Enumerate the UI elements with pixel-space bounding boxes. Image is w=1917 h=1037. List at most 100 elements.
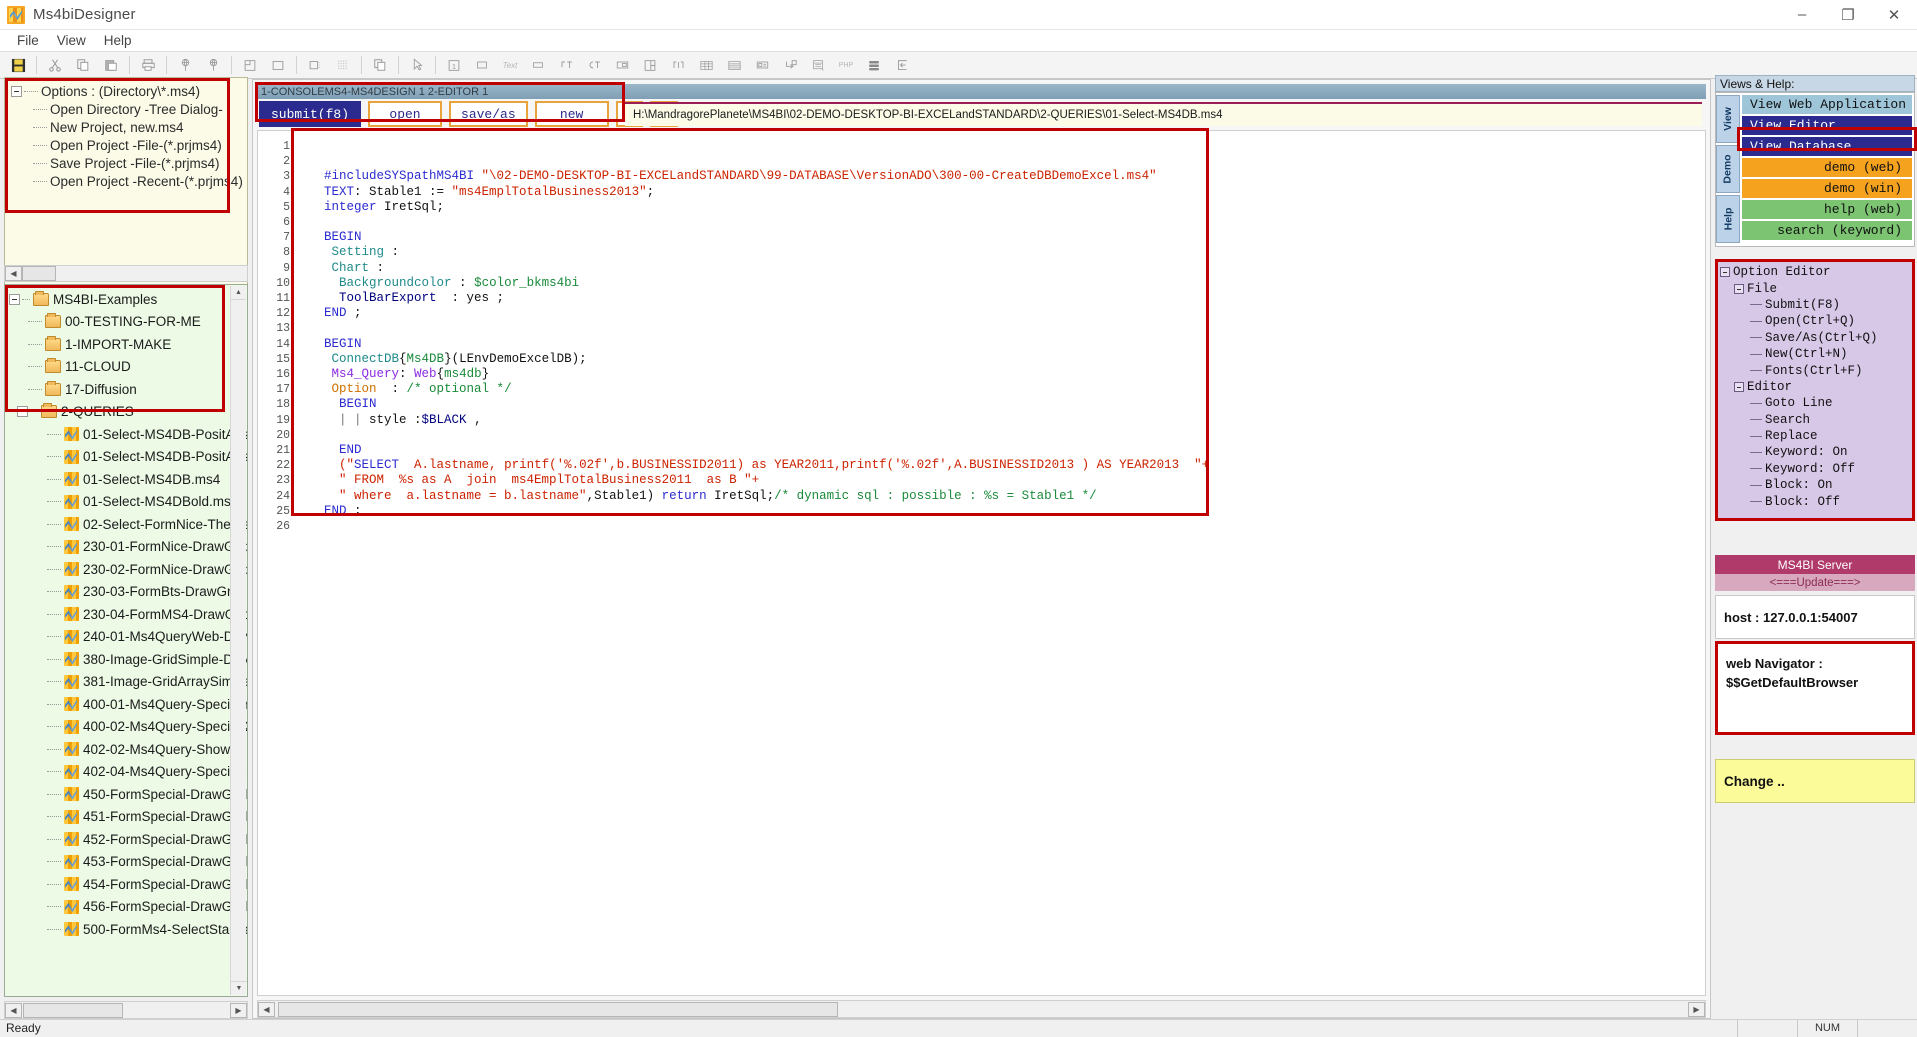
tree-row-file[interactable]: 452-FormSpecial-DrawGridI bbox=[9, 828, 247, 851]
collapse-icon[interactable] bbox=[1734, 381, 1744, 392]
paste-icon[interactable] bbox=[97, 53, 125, 77]
tree-row-file[interactable]: 380-Image-GridSimple-DBM bbox=[9, 648, 247, 671]
wizard-icon[interactable] bbox=[776, 53, 804, 77]
id-card-icon[interactable] bbox=[748, 53, 776, 77]
globe-pin-icon[interactable] bbox=[171, 53, 199, 77]
tree-row-file[interactable]: 402-04-Ms4Query-SpeciaEd bbox=[9, 761, 247, 784]
option-group-file[interactable]: File bbox=[1720, 280, 1914, 296]
vertical-tab-help[interactable]: Help bbox=[1716, 195, 1740, 243]
tree-row-folder[interactable]: 11-CLOUD bbox=[9, 356, 247, 379]
demo-win-button[interactable]: demo (win) bbox=[1742, 179, 1912, 198]
option-item-keyword-off[interactable]: Keyword: Off bbox=[1720, 461, 1914, 477]
vertical-tab-view[interactable]: View bbox=[1716, 95, 1740, 143]
demo-web-button[interactable]: demo (web) bbox=[1742, 158, 1912, 177]
globe-pin-2-icon[interactable] bbox=[199, 53, 227, 77]
grid-dots-icon[interactable] bbox=[329, 53, 357, 77]
option-editor-root[interactable]: Option Editor bbox=[1720, 264, 1914, 280]
tree-row-file[interactable]: 400-01-Ms4Query-Special.n bbox=[9, 693, 247, 716]
submit-button[interactable]: submit(f8) bbox=[259, 101, 362, 127]
option-item-keyword-on[interactable]: Keyword: On bbox=[1720, 444, 1914, 460]
option-item-search[interactable]: Search bbox=[1720, 412, 1914, 428]
tree-row-folder-queries[interactable]: 2-QUERIES bbox=[9, 401, 247, 424]
collapse-icon[interactable] bbox=[1720, 267, 1730, 278]
scroll-left-button[interactable]: ◀ bbox=[5, 266, 22, 281]
code-text[interactable]: #includeSYSpathMS4BI "\02-DEMO-DESKTOP-B… bbox=[296, 131, 1705, 995]
scroll-thumb[interactable] bbox=[278, 1001, 838, 1017]
tree-row-file[interactable]: 01-Select-MS4DB-PositAbso bbox=[9, 446, 247, 469]
tree-row-file[interactable]: 451-FormSpecial-DrawGridI bbox=[9, 806, 247, 829]
print-icon[interactable] bbox=[134, 53, 162, 77]
collapse-icon[interactable] bbox=[1734, 283, 1744, 294]
view-web-application-button[interactable]: View Web Application bbox=[1742, 95, 1912, 114]
rect-icon[interactable] bbox=[468, 53, 496, 77]
label-curve-icon[interactable] bbox=[580, 53, 608, 77]
minimize-button[interactable]: – bbox=[1779, 0, 1825, 30]
stack-icon[interactable] bbox=[860, 53, 888, 77]
tree-row-file[interactable]: 456-FormSpecial-DrawGridI bbox=[9, 896, 247, 919]
form-split-icon[interactable] bbox=[636, 53, 664, 77]
options-item-open-project-file[interactable]: Open Project -File-(*.prjms4) bbox=[11, 136, 247, 154]
close-button[interactable]: ✕ bbox=[1871, 0, 1917, 30]
tree-row-file[interactable]: 01-Select-MS4DBold.ms4 bbox=[9, 491, 247, 514]
options-item-save-project-file[interactable]: Save Project -File-(*.prjms4) bbox=[11, 154, 247, 172]
help-web-button[interactable]: help (web) bbox=[1742, 200, 1912, 219]
panel-dotted-icon[interactable] bbox=[301, 53, 329, 77]
tree-row-file[interactable]: 450-FormSpecial-DrawGridI bbox=[9, 783, 247, 806]
options-horizontal-scrollbar[interactable]: ◀ bbox=[4, 265, 248, 282]
tree-row-file[interactable]: 453-FormSpecial-DrawGridI bbox=[9, 851, 247, 874]
panel-icon[interactable] bbox=[264, 53, 292, 77]
scroll-left-button[interactable]: ◀ bbox=[5, 1002, 22, 1018]
open-button[interactable]: open bbox=[368, 101, 443, 127]
tree-row-file[interactable]: 381-Image-GridArraySimple bbox=[9, 671, 247, 694]
export-icon[interactable] bbox=[888, 53, 916, 77]
option-item-goto-line[interactable]: Goto Line bbox=[1720, 395, 1914, 411]
menu-item-help[interactable]: Help bbox=[95, 32, 141, 49]
vertical-tab-demo[interactable]: Demo bbox=[1716, 145, 1740, 193]
bracket-icon[interactable] bbox=[664, 53, 692, 77]
cut-icon[interactable] bbox=[41, 53, 69, 77]
tree-row-file[interactable]: 454-FormSpecial-DrawGridI bbox=[9, 873, 247, 896]
panel-split-icon[interactable] bbox=[236, 53, 264, 77]
scroll-left-button[interactable]: ◀ bbox=[258, 1001, 275, 1017]
option-item-block-off[interactable]: Block: Off bbox=[1720, 493, 1914, 509]
option-item-open[interactable]: Open(Ctrl+Q) bbox=[1720, 313, 1914, 329]
option-item-replace[interactable]: Replace bbox=[1720, 428, 1914, 444]
tree-row-file[interactable]: 01-Select-MS4DB.ms4 bbox=[9, 468, 247, 491]
options-item-open-project-recent[interactable]: Open Project -Recent-(*.prjms4) bbox=[11, 172, 247, 190]
change-button[interactable]: Change .. bbox=[1715, 759, 1915, 803]
save-icon[interactable] bbox=[4, 53, 32, 77]
view-editor-button[interactable]: View Editor bbox=[1742, 116, 1912, 135]
image-box-icon[interactable] bbox=[608, 53, 636, 77]
file-tree-vertical-scrollbar[interactable]: ▲ ▼ bbox=[230, 286, 247, 995]
option-item-new[interactable]: New(Ctrl+N) bbox=[1720, 346, 1914, 362]
tree-row-file[interactable]: 02-Select-FormNice-Theme bbox=[9, 513, 247, 536]
tree-row-file[interactable]: 500-FormMs4-SelectStanda bbox=[9, 918, 247, 941]
maximize-button[interactable]: ❐ bbox=[1825, 0, 1871, 30]
new-button[interactable]: new bbox=[534, 101, 609, 127]
scroll-right-button[interactable]: ▶ bbox=[1688, 1001, 1705, 1017]
search-keyword-button[interactable]: search (keyword) bbox=[1742, 221, 1912, 240]
save-as-button[interactable]: save/as bbox=[449, 101, 528, 127]
file-tree-panel[interactable]: MS4BI-Examples 00-TESTING-FOR-ME 1-IMPOR… bbox=[4, 284, 248, 997]
option-item-block-on[interactable]: Block: On bbox=[1720, 477, 1914, 493]
tree-row-file[interactable]: 230-01-FormNice-DrawGrid bbox=[9, 536, 247, 559]
tree-row-file[interactable]: 230-03-FormBts-DrawGrid-S bbox=[9, 581, 247, 604]
duplicate-icon[interactable] bbox=[366, 53, 394, 77]
table-list-icon[interactable] bbox=[720, 53, 748, 77]
scroll-thumb[interactable] bbox=[23, 1002, 123, 1018]
tree-row-folder[interactable]: 1-IMPORT-MAKE bbox=[9, 333, 247, 356]
collapse-icon[interactable] bbox=[9, 293, 20, 305]
cursor-icon[interactable] bbox=[403, 53, 431, 77]
options-root-row[interactable]: Options : (Directory\*.ms4) bbox=[11, 82, 247, 100]
file-tree-horizontal-scrollbar[interactable]: ◀ ▶ bbox=[4, 1001, 248, 1019]
tree-row-file[interactable]: 400-02-Ms4Query-Speciav2 bbox=[9, 716, 247, 739]
tree-row-file[interactable]: 230-04-FormMS4-DrawGrid bbox=[9, 603, 247, 626]
scroll-right-button[interactable]: ▶ bbox=[230, 1002, 247, 1018]
option-item-submit[interactable]: Submit(F8) bbox=[1720, 297, 1914, 313]
table-grid-icon[interactable] bbox=[692, 53, 720, 77]
collapse-icon[interactable] bbox=[11, 85, 22, 97]
collapse-icon[interactable] bbox=[17, 406, 28, 418]
options-tree-panel[interactable]: Options : (Directory\*.ms4) Open Directo… bbox=[4, 77, 248, 285]
options-item-new-project[interactable]: New Project, new.ms4 bbox=[11, 118, 247, 136]
label-top-icon[interactable] bbox=[552, 53, 580, 77]
